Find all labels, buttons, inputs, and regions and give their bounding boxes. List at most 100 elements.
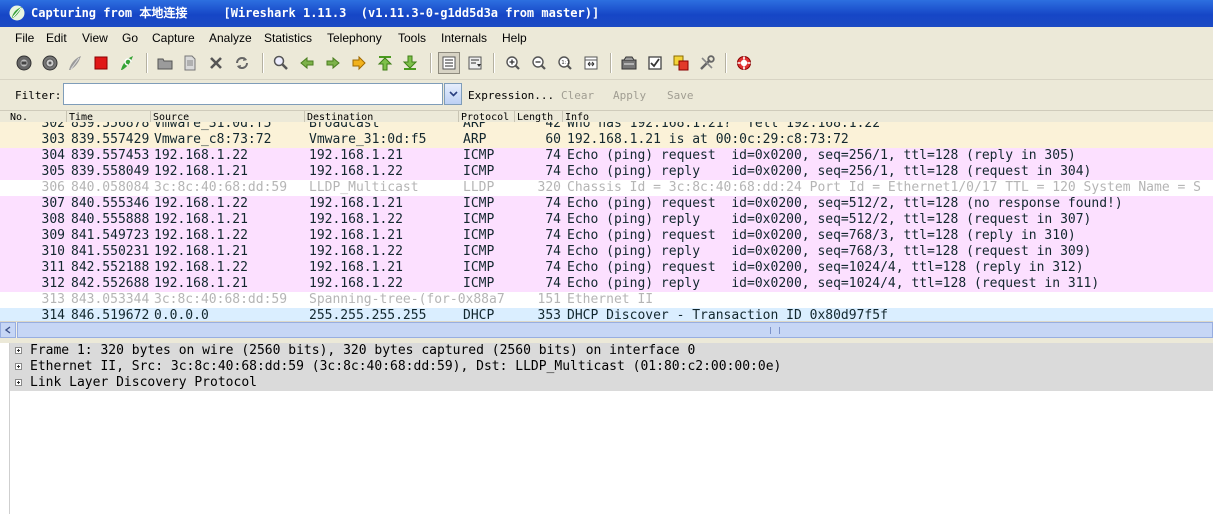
start-capture-button[interactable] [65,53,85,73]
packet-row[interactable]: 306 840.058084 3c:8c:40:68:dd:59 LLDP_Multi… [0,180,1213,196]
go-to-packet-button[interactable] [349,53,369,73]
expand-icon[interactable] [15,379,22,386]
menu-telephony[interactable]: Telephony [327,30,382,46]
go-first-button[interactable] [375,53,395,73]
expand-icon[interactable] [15,347,22,354]
menu-go[interactable]: Go [122,30,138,46]
close-file-button[interactable] [206,53,226,73]
display-filter-input[interactable] [63,83,443,105]
stop-capture-button[interactable] [91,53,111,73]
cell-destination: 192.168.1.22 [309,276,403,291]
packet-row[interactable]: 303 839.557429 Vmware_c8:73:72 Vmware_31:0d… [0,132,1213,148]
svg-text:1:1: 1:1 [561,60,570,66]
capture-filters-button[interactable] [619,53,639,73]
cell-protocol: ARP [463,122,487,131]
resize-columns-button[interactable] [581,53,601,73]
packet-row[interactable]: 307 840.555346 192.168.1.22 192.168.1.21 ICM… [0,196,1213,212]
capture-filters-icon [621,56,637,70]
cell-length: 74 [545,228,561,243]
cell-time: 841.549723 [71,228,150,243]
go-first-icon [377,56,393,71]
go-forward-button[interactable] [323,53,343,73]
go-back-button[interactable] [297,53,317,73]
menu-statistics[interactable]: Statistics [264,30,312,46]
cell-source: 192.168.1.22 [154,260,248,275]
interface-list-button[interactable] [14,53,34,73]
packet-row[interactable]: 313 843.053344 3c:8c:40:68:dd:59 Spanning-t… [0,292,1213,308]
colorize-button[interactable] [438,52,460,74]
capture-options-icon [42,55,58,71]
cell-destination: Vmware_31:0d:f5 [309,132,427,147]
menu-capture[interactable]: Capture [152,30,195,46]
cell-time: 846.519672 [71,308,150,321]
main-toolbar: 1:1 [0,48,1213,80]
reload-button[interactable] [232,53,252,73]
auto-scroll-button[interactable] [465,53,485,73]
expression-button[interactable]: Expression... [468,89,554,102]
save-file-button[interactable] [180,53,200,73]
preferences-button[interactable] [697,53,717,73]
save-filter-button[interactable]: Save [667,89,694,102]
cell-time: 840.555888 [71,212,150,227]
menu-view[interactable]: View [82,30,108,46]
close-file-icon [210,57,222,69]
cell-info: Echo (ping) request id=0x0200, seq=256/1… [567,148,1076,163]
cell-protocol: ICMP [463,244,495,259]
title-bar: Capturing from 本地连接 [Wireshark 1.11.3 (v… [0,0,1213,27]
restart-capture-button[interactable] [117,53,137,73]
cell-protocol: ICMP [463,276,495,291]
menu-file[interactable]: File [15,30,34,46]
cell-time: 842.552188 [71,260,150,275]
menu-help[interactable]: Help [502,30,527,46]
menu-internals[interactable]: Internals [441,30,487,46]
details-row-ethernet[interactable]: Ethernet II, Src: 3c:8c:40:68:dd:59 (3c:… [10,359,1213,375]
packet-row[interactable]: 310 841.550231 192.168.1.21 192.168.1.22 ICM… [0,244,1213,260]
details-row-frame[interactable]: Frame 1: 320 bytes on wire (2560 bits), … [10,343,1213,359]
scroll-thumb[interactable] [17,322,1213,338]
find-packet-button[interactable] [271,53,291,73]
details-row-lldp[interactable]: Link Layer Discovery Protocol [10,375,1213,391]
help-button[interactable] [734,53,754,73]
packet-row[interactable]: 302 839.556878 Vmware_31:0d:f5 Broadcast ARP… [0,122,1213,132]
packet-row[interactable]: 308 840.555888 192.168.1.21 192.168.1.22 ICM… [0,212,1213,228]
find-packet-icon [273,55,288,70]
packet-row[interactable]: 311 842.552188 192.168.1.22 192.168.1.21 ICM… [0,260,1213,276]
zoom-in-button[interactable] [503,53,523,73]
save-file-icon [184,55,196,71]
zoom-in-icon [506,56,520,70]
apply-filter-button[interactable]: Apply [613,89,646,102]
cell-protocol: LLDP [463,180,495,195]
packet-row[interactable]: 309 841.549723 192.168.1.22 192.168.1.21 ICM… [0,228,1213,244]
packet-row[interactable]: 305 839.558049 192.168.1.21 192.168.1.22 ICM… [0,164,1213,180]
menu-tools[interactable]: Tools [398,30,426,46]
go-last-button[interactable] [400,53,420,73]
cell-length: 320 [537,180,561,195]
cell-info: Echo (ping) reply id=0x0200, seq=768/3, … [567,244,1092,259]
menu-analyze[interactable]: Analyze [209,30,252,46]
cell-source: 0.0.0.0 [154,308,209,321]
capture-options-button[interactable] [40,53,60,73]
menu-edit[interactable]: Edit [46,30,67,46]
cell-time: 841.550231 [71,244,150,259]
details-row-text: Link Layer Discovery Protocol [30,375,257,390]
clear-filter-button[interactable]: Clear [561,89,594,102]
scroll-left-button[interactable] [0,322,16,338]
packet-row[interactable]: 304 839.557453 192.168.1.22 192.168.1.21 ICM… [0,148,1213,164]
go-forward-icon [326,56,340,70]
cell-no: 312 [41,276,65,291]
expand-icon[interactable] [15,363,22,370]
packet-row[interactable]: 312 842.552688 192.168.1.21 192.168.1.22 ICM… [0,276,1213,292]
cell-info: Echo (ping) request id=0x0200, seq=512/2… [567,196,1123,211]
chevron-down-icon [448,91,458,97]
display-filters-button[interactable] [645,53,665,73]
coloring-rules-button[interactable] [671,53,691,73]
cell-no: 305 [41,164,65,179]
start-capture-icon [69,56,81,70]
open-file-button[interactable] [155,53,175,73]
packet-row[interactable]: 314 846.519672 0.0.0.0 255.255.255.255 DHCP 3… [0,308,1213,321]
cell-info: Echo (ping) request id=0x0200, seq=768/3… [567,228,1076,243]
filter-history-dropdown[interactable] [444,83,462,105]
zoom-out-button[interactable] [529,53,549,73]
packet-list-horizontal-scrollbar[interactable] [0,321,1213,339]
zoom-normal-button[interactable]: 1:1 [555,53,575,73]
